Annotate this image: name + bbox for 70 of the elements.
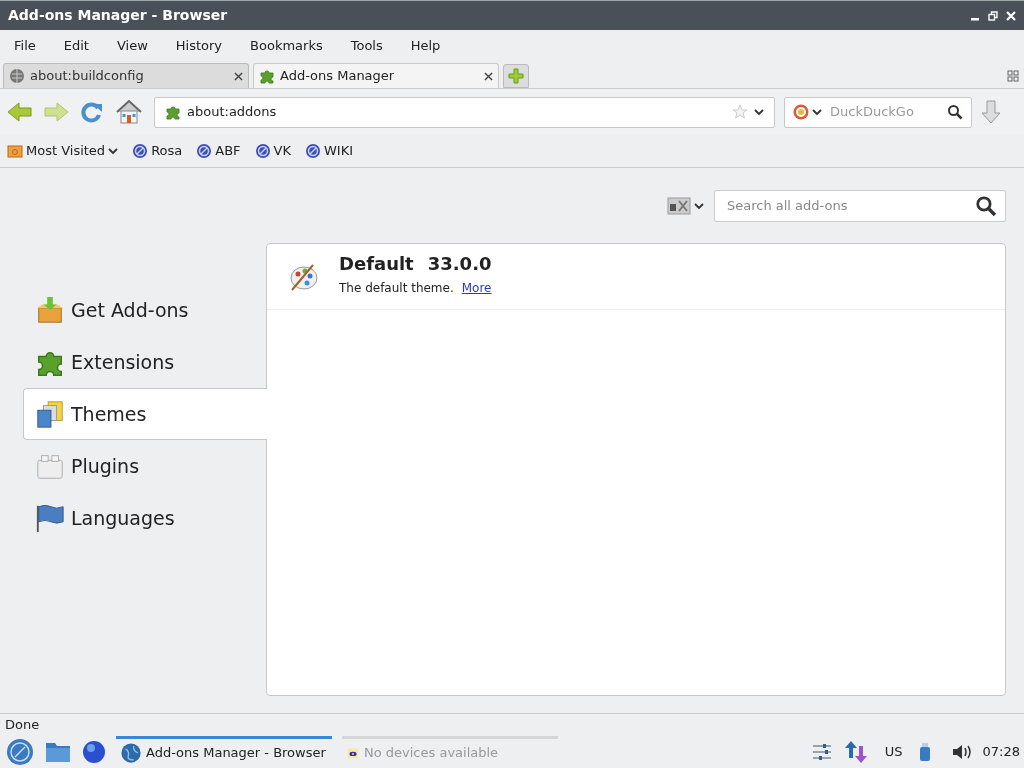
- restore-icon[interactable]: [988, 10, 998, 21]
- folder-icon: [7, 143, 23, 159]
- window-title: Add-ons Manager - Browser: [8, 6, 228, 25]
- browser-tab[interactable]: Add-ons Manager: [253, 63, 499, 88]
- tab-title: Add-ons Manager: [280, 67, 396, 86]
- puzzle-icon: [165, 104, 181, 120]
- network-arrows-icon[interactable]: [842, 739, 869, 764]
- bookmark-item[interactable]: Rosa: [132, 141, 183, 161]
- sliders-icon[interactable]: [810, 741, 833, 762]
- menu-item[interactable]: Bookmarks: [242, 34, 331, 58]
- caret-icon: [754, 108, 764, 116]
- caret-icon: [694, 201, 704, 210]
- menu-item[interactable]: Edit: [55, 34, 97, 58]
- globe-icon: [120, 742, 142, 764]
- addon-row[interactable]: Default 33.0.0 The default theme. More: [267, 244, 1005, 310]
- taskbar-item[interactable]: Add-ons Manager - Browser: [116, 736, 332, 767]
- bookmark-item[interactable]: VK: [254, 141, 291, 161]
- usb-drive-icon[interactable]: [918, 741, 931, 762]
- category-item[interactable]: Themes: [23, 388, 267, 440]
- menu-item[interactable]: Tools: [342, 34, 391, 58]
- duck-logo-icon[interactable]: [793, 104, 809, 120]
- star-icon[interactable]: [732, 104, 748, 120]
- menu-item[interactable]: Help: [402, 34, 449, 58]
- addon-search-placeholder: Search all add-ons: [727, 196, 849, 215]
- flag-icon: [35, 503, 65, 533]
- site-icon: [254, 143, 271, 159]
- more-link[interactable]: More: [461, 279, 492, 297]
- category-item[interactable]: Extensions: [23, 336, 266, 388]
- address-text: about:addons: [187, 103, 278, 122]
- volume-icon[interactable]: [950, 742, 973, 761]
- addon-description: The default theme.: [339, 280, 454, 297]
- browser-tab[interactable]: about:buildconfig: [3, 63, 249, 88]
- addon-search-field[interactable]: Search all add-ons: [714, 189, 1006, 222]
- search-icon[interactable]: [975, 194, 997, 217]
- bookmark-item[interactable]: WIKI: [305, 141, 354, 161]
- site-icon: [132, 143, 149, 159]
- tools-menu-button[interactable]: [667, 195, 704, 216]
- site-icon: [305, 143, 321, 159]
- addon-name: Default: [339, 252, 414, 276]
- eye-icon: [346, 746, 360, 760]
- caret-icon: [108, 147, 119, 155]
- clock: 07:28: [982, 742, 1020, 761]
- menu-item[interactable]: History: [167, 34, 231, 58]
- search-icon[interactable]: [947, 104, 963, 120]
- tools-icon: [667, 195, 691, 216]
- home-icon[interactable]: [114, 99, 144, 125]
- plus-icon: [508, 68, 524, 84]
- themes-icon: [35, 399, 65, 429]
- status-text: Done: [5, 715, 40, 734]
- category-item[interactable]: Plugins: [23, 440, 266, 492]
- search-placeholder: DuckDuckGo: [829, 103, 915, 122]
- keyboard-layout[interactable]: US: [878, 741, 909, 762]
- category-item[interactable]: Get Add-ons: [23, 284, 266, 336]
- puzzle-icon: [259, 68, 275, 84]
- site-icon: [196, 143, 213, 159]
- category-item[interactable]: Languages: [23, 492, 266, 544]
- menu-item[interactable]: File: [6, 34, 44, 58]
- tab-grid-icon[interactable]: [1007, 70, 1019, 82]
- bookmark-item[interactable]: Most Visited: [7, 141, 119, 161]
- bookmark-item[interactable]: ABF: [196, 141, 241, 161]
- box-icon: [35, 295, 65, 325]
- tab-title: about:buildconfig: [30, 67, 145, 86]
- close-icon[interactable]: [234, 71, 243, 81]
- globe-icon: [9, 68, 25, 84]
- globe-icon[interactable]: [82, 739, 106, 764]
- menu-item[interactable]: View: [108, 34, 156, 58]
- caret-icon: [812, 108, 822, 116]
- addon-version: 33.0.0: [427, 252, 492, 276]
- address-field[interactable]: about:addons: [154, 96, 775, 128]
- close-icon[interactable]: [484, 71, 493, 81]
